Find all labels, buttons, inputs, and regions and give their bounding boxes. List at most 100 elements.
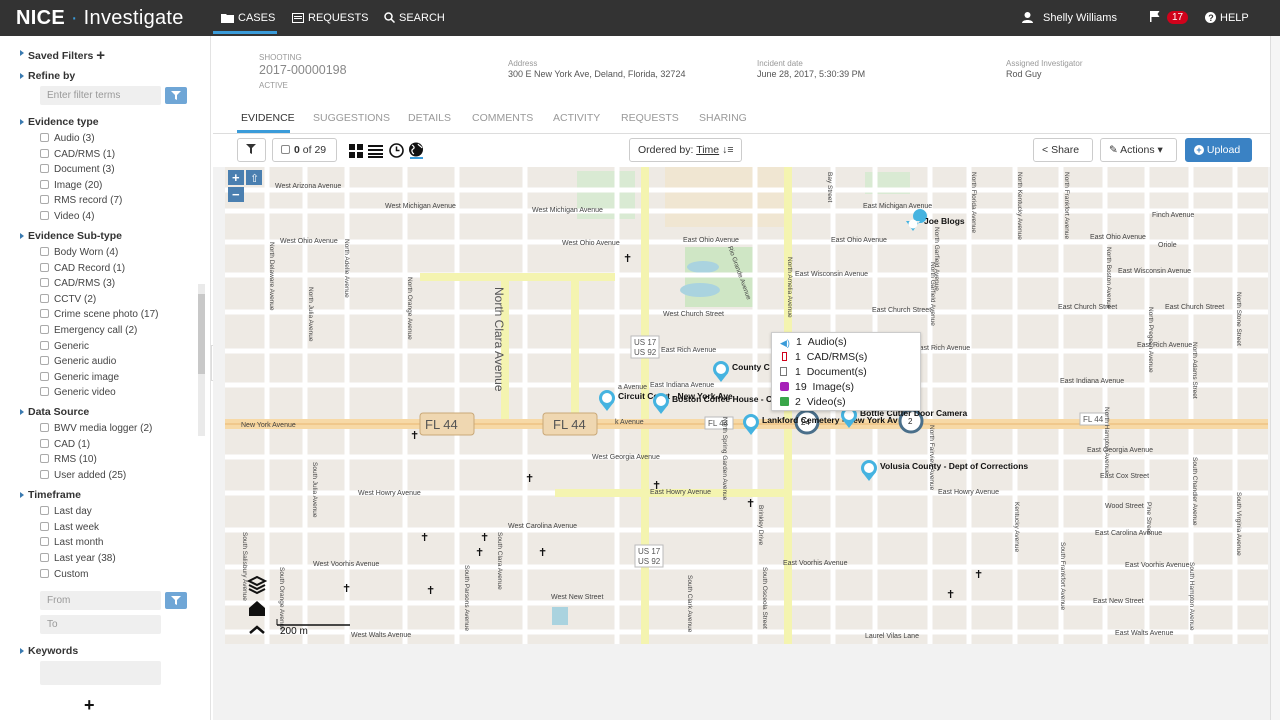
checkbox[interactable] xyxy=(40,195,49,204)
checkbox[interactable] xyxy=(40,294,49,303)
nav-help[interactable]: ? HELP xyxy=(1205,12,1249,24)
tab-suggestions[interactable]: SUGGESTIONS xyxy=(313,112,390,124)
evidence-map[interactable]: FL 44 FL 44 FL 44 FL 44 US 17 US 92 US 1… xyxy=(225,167,1268,644)
filter-option[interactable]: CAD/RMS (1) xyxy=(40,149,115,163)
filter-option[interactable]: Audio (3) xyxy=(40,133,95,147)
filter-toggle-button[interactable] xyxy=(237,138,266,162)
checkbox[interactable] xyxy=(40,149,49,158)
filter-option[interactable]: Last day xyxy=(40,506,92,520)
subtype-scrollbar-thumb[interactable] xyxy=(198,294,205,374)
tab-requests[interactable]: REQUESTS xyxy=(621,112,679,124)
tab-comments[interactable]: COMMENTS xyxy=(472,112,533,124)
tab-sharing[interactable]: SHARING xyxy=(699,112,747,124)
checkbox[interactable] xyxy=(40,522,49,531)
nav-cases[interactable]: CASES xyxy=(221,12,275,24)
grid-view-icon[interactable] xyxy=(349,144,363,158)
timeline-view-icon[interactable] xyxy=(389,143,404,158)
filter-option[interactable]: CCTV (2) xyxy=(40,294,96,308)
checkbox[interactable] xyxy=(40,309,49,318)
to-date-input[interactable]: To xyxy=(40,615,161,634)
actions-dropdown[interactable]: ✎ Actions ▾ xyxy=(1100,138,1177,162)
filter-option[interactable]: Last week xyxy=(40,522,99,536)
checkbox[interactable] xyxy=(40,278,49,287)
checkbox[interactable] xyxy=(40,164,49,173)
filter-option[interactable]: Document (3) xyxy=(40,164,115,178)
add-keyword-icon[interactable]: + xyxy=(84,695,95,716)
filter-option[interactable]: Last month xyxy=(40,537,103,551)
select-all-checkbox[interactable] xyxy=(281,145,290,154)
list-view-icon[interactable] xyxy=(368,144,383,158)
checkbox[interactable] xyxy=(40,180,49,189)
checkbox[interactable] xyxy=(40,454,49,463)
tab-details[interactable]: DETAILS xyxy=(408,112,451,124)
filter-option[interactable]: RMS (10) xyxy=(40,454,97,468)
checkbox[interactable] xyxy=(40,387,49,396)
filter-option[interactable]: CAD Record (1) xyxy=(40,263,125,277)
checkbox[interactable] xyxy=(40,506,49,515)
checkbox[interactable] xyxy=(40,372,49,381)
popup-row-video[interactable]: 2 Video(s) xyxy=(780,396,912,411)
filter-option[interactable]: CAD (1) xyxy=(40,439,90,453)
notifications[interactable]: 17 xyxy=(1150,11,1189,24)
checkbox[interactable] xyxy=(40,211,49,220)
order-by-dropdown[interactable]: Ordered by: Time ↓≡ xyxy=(629,138,742,162)
filter-option[interactable]: Crime scene photo (17) xyxy=(40,309,159,323)
from-date-input[interactable]: From xyxy=(40,591,161,610)
filter-option[interactable]: Custom xyxy=(40,569,88,583)
keywords-header[interactable]: Keywords xyxy=(19,645,78,657)
tab-evidence[interactable]: EVIDENCE xyxy=(241,112,295,124)
checkbox[interactable] xyxy=(40,356,49,365)
data-source-header[interactable]: Data Source xyxy=(19,406,89,418)
popup-row-cad-rms[interactable]: 1 CAD/RMS(s) xyxy=(780,351,912,366)
nav-search[interactable]: SEARCH xyxy=(384,12,445,24)
popup-row-audio[interactable]: ◀) 1 Audio(s) xyxy=(780,336,912,351)
nav-requests[interactable]: REQUESTS xyxy=(292,12,369,24)
checkbox[interactable] xyxy=(40,133,49,142)
user-menu[interactable]: Shelly Williams xyxy=(1022,12,1117,24)
tab-activity[interactable]: ACTIVITY xyxy=(553,112,600,124)
checkbox[interactable] xyxy=(40,569,49,578)
checkbox[interactable] xyxy=(40,537,49,546)
checkbox[interactable] xyxy=(40,439,49,448)
saved-filters-header[interactable]: Saved Filters + xyxy=(19,47,105,64)
refine-by-header[interactable]: Refine by xyxy=(19,70,75,82)
checkbox[interactable] xyxy=(40,423,49,432)
map-canvas[interactable]: FL 44 FL 44 FL 44 FL 44 US 17 US 92 US 1… xyxy=(225,167,1268,644)
filter-terms-input[interactable]: Enter filter terms xyxy=(40,86,161,105)
upload-button[interactable]: + Upload xyxy=(1185,138,1252,162)
filter-option[interactable]: BWV media logger (2) xyxy=(40,423,152,437)
app-logo[interactable]: NICE · Investigate xyxy=(16,7,184,30)
checkbox[interactable] xyxy=(40,325,49,334)
evidence-subtype-header[interactable]: Evidence Sub-type xyxy=(20,230,122,242)
popup-row-document[interactable]: 1 Document(s) xyxy=(780,366,912,381)
filter-option[interactable]: Emergency call (2) xyxy=(40,325,137,339)
checkbox[interactable] xyxy=(40,553,49,562)
filter-option[interactable]: Generic image xyxy=(40,372,119,386)
select-all-toggle[interactable]: 0 of 29 xyxy=(272,138,337,162)
evidence-type-header[interactable]: Evidence type xyxy=(20,116,99,128)
map-view-icon[interactable] xyxy=(408,142,425,159)
filter-option[interactable]: Last year (38) xyxy=(40,553,116,567)
checkbox[interactable] xyxy=(40,263,49,272)
filter-option[interactable]: Body Worn (4) xyxy=(40,247,118,261)
filter-option[interactable]: Generic xyxy=(40,341,89,355)
zoom-in-button[interactable]: + xyxy=(228,170,244,185)
window-scrollbar[interactable] xyxy=(1270,36,1280,720)
filter-option[interactable]: CAD/RMS (3) xyxy=(40,278,115,292)
filter-option[interactable]: Video (4) xyxy=(40,211,94,225)
checkbox[interactable] xyxy=(40,470,49,479)
apply-date-filter-button[interactable] xyxy=(165,592,187,609)
share-button[interactable]: < Share xyxy=(1033,138,1093,162)
zoom-out-button[interactable]: − xyxy=(228,187,244,202)
checkbox[interactable] xyxy=(40,341,49,350)
apply-filter-button[interactable] xyxy=(165,87,187,104)
add-saved-filter-icon[interactable]: + xyxy=(96,47,105,64)
filter-option[interactable]: Image (20) xyxy=(40,180,102,194)
zoom-home-button[interactable]: ⇧ xyxy=(246,170,262,185)
timeframe-header[interactable]: Timeframe xyxy=(20,489,81,501)
filter-option[interactable]: RMS record (7) xyxy=(40,195,122,209)
filter-option[interactable]: Generic video xyxy=(40,387,116,401)
keywords-input[interactable] xyxy=(40,661,161,685)
filter-option[interactable]: Generic audio xyxy=(40,356,116,370)
filter-option[interactable]: User added (25) xyxy=(40,470,126,484)
